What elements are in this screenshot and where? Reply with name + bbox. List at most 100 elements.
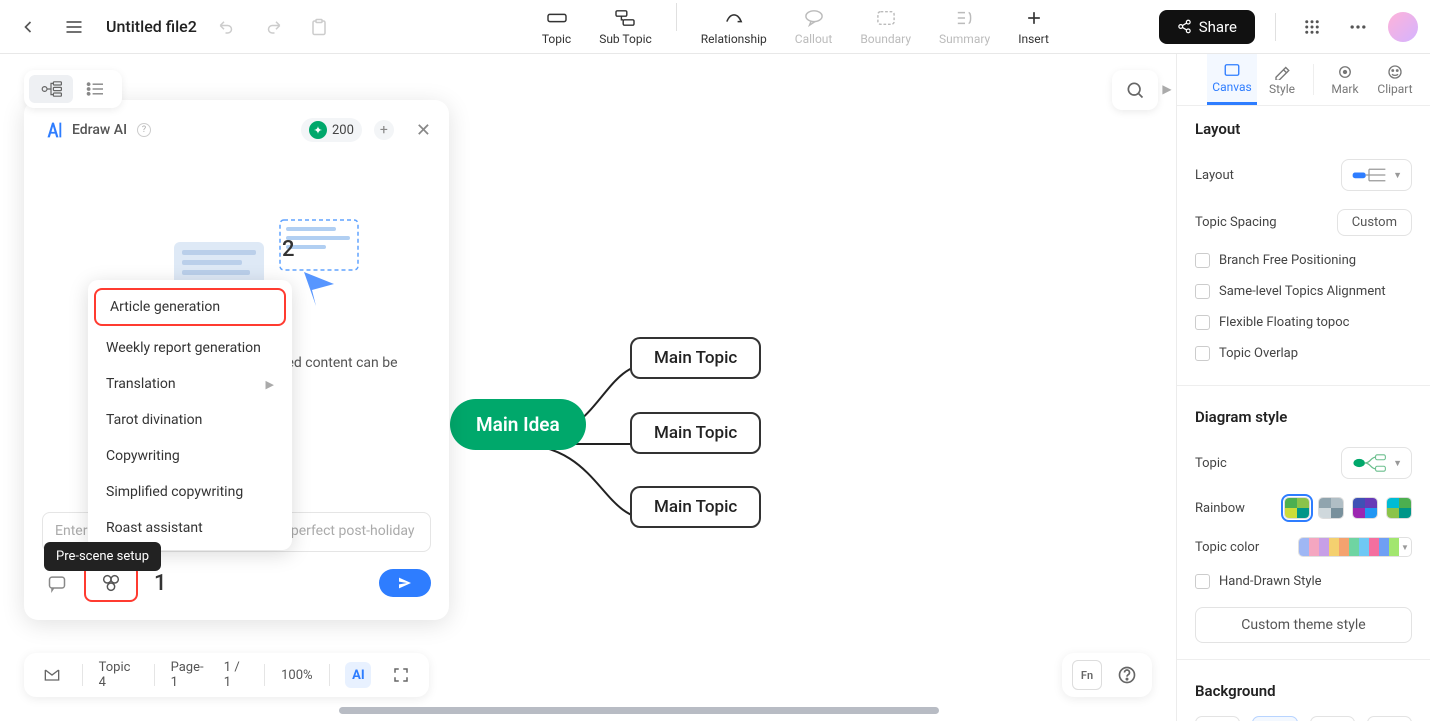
topic-style-dropdown[interactable]: ▼ <box>1341 447 1412 479</box>
insert-icon <box>1023 7 1045 29</box>
horizontal-scrollbar[interactable] <box>24 707 974 717</box>
ai-chat-button[interactable] <box>42 568 72 598</box>
search-button[interactable] <box>1112 70 1158 110</box>
ai-scene-menu: Article generation Weekly report generat… <box>88 280 292 550</box>
checkbox-icon <box>1195 574 1210 589</box>
topic-color-picker[interactable]: ▼ <box>1298 537 1412 557</box>
outline-toggle[interactable] <box>38 660 66 690</box>
topic-overlap-checkbox[interactable]: Topic Overlap <box>1195 338 1412 369</box>
add-credits-button[interactable]: + <box>374 120 394 140</box>
tab-label: Canvas <box>1212 80 1251 94</box>
tab-clipart[interactable]: Clipart <box>1370 54 1420 105</box>
checkbox-icon <box>1195 315 1210 330</box>
rainbow-swatch-2[interactable] <box>1318 497 1344 519</box>
collapse-sidebar[interactable]: ▶ <box>1158 74 1176 104</box>
fullscreen-button[interactable] <box>387 660 415 690</box>
user-avatar[interactable] <box>1388 12 1418 42</box>
checkbox-icon <box>1195 284 1210 299</box>
main-topic-2[interactable]: Main Topic <box>630 412 761 454</box>
menu-item-tarot[interactable]: Tarot divination <box>88 402 292 438</box>
tool-label: Boundary <box>860 32 911 46</box>
central-topic[interactable]: Main Idea <box>450 399 586 450</box>
check-label: Same-level Topics Alignment <box>1219 284 1386 299</box>
rainbow-swatch-3[interactable] <box>1352 497 1378 519</box>
menu-item-weekly-report[interactable]: Weekly report generation <box>88 330 292 366</box>
spacing-custom-button[interactable]: Custom <box>1337 209 1412 236</box>
main-topic-3[interactable]: Main Topic <box>630 486 761 528</box>
rainbow-swatch-1[interactable] <box>1284 497 1310 519</box>
clipart-icon <box>1386 64 1404 80</box>
row-label: Rainbow <box>1195 501 1245 516</box>
tool-topic[interactable]: Topic <box>532 3 581 50</box>
bg-solid[interactable] <box>1252 716 1297 721</box>
back-button[interactable] <box>12 11 44 43</box>
layout-thumb-icon <box>1351 165 1387 185</box>
tab-style[interactable]: Style <box>1257 54 1307 105</box>
same-level-checkbox[interactable]: Same-level Topics Alignment <box>1195 276 1412 307</box>
tool-label: Callout <box>795 32 833 46</box>
send-button[interactable] <box>379 569 431 597</box>
menu-item-copywriting[interactable]: Copywriting <box>88 438 292 474</box>
scrollbar-thumb[interactable] <box>339 707 939 714</box>
branch-free-checkbox[interactable]: Branch Free Positioning <box>1195 245 1412 276</box>
main-topic-1[interactable]: Main Topic <box>630 337 761 379</box>
menu-button[interactable] <box>58 11 90 43</box>
tool-callout[interactable]: Callout <box>785 3 843 50</box>
tooltip: Pre-scene setup <box>44 542 161 571</box>
bg-none[interactable] <box>1195 716 1240 721</box>
share-button[interactable]: Share <box>1159 10 1255 44</box>
ai-logo-icon <box>42 119 64 141</box>
tool-relationship[interactable]: Relationship <box>691 3 777 50</box>
app-header: Untitled file2 Topic Sub Topic Relations… <box>0 0 1430 54</box>
view-mindmap[interactable] <box>29 75 73 103</box>
layout-dropdown[interactable]: ▼ <box>1341 159 1412 191</box>
callout-tag-1: 1 <box>154 571 167 596</box>
bg-gradient[interactable] <box>1310 716 1355 721</box>
help-icon[interactable]: ? <box>137 123 151 137</box>
bg-image[interactable] <box>1367 716 1412 721</box>
topic-count: Topic 4 <box>99 660 138 690</box>
ai-badge[interactable]: AI <box>345 662 371 688</box>
help-button[interactable] <box>1112 660 1142 690</box>
tool-sub-topic[interactable]: Sub Topic <box>589 3 662 50</box>
tab-mark[interactable]: Mark <box>1320 54 1370 105</box>
close-button[interactable]: ✕ <box>416 120 431 141</box>
custom-theme-button[interactable]: Custom theme style <box>1195 607 1412 643</box>
tool-insert[interactable]: Insert <box>1008 3 1059 50</box>
diagram-style-section: Diagram style Topic ▼ Rainbow Topic colo… <box>1177 394 1430 651</box>
function-key-button[interactable]: Fn <box>1072 660 1102 690</box>
tool-label: Summary <box>939 32 990 46</box>
check-label: Flexible Floating topoc <box>1219 315 1349 330</box>
row-label: Topic Spacing <box>1195 215 1277 230</box>
rainbow-swatch-4[interactable] <box>1386 497 1412 519</box>
tool-summary[interactable]: Summary <box>929 3 1000 50</box>
hand-drawn-checkbox[interactable]: Hand-Drawn Style <box>1195 566 1412 597</box>
chevron-down-icon: ▼ <box>1399 538 1411 556</box>
menu-item-roast-assistant[interactable]: Roast assistant <box>88 510 292 546</box>
checkbox-icon <box>1195 253 1210 268</box>
apps-button[interactable] <box>1296 11 1328 43</box>
chevron-down-icon: ▼ <box>1393 170 1402 181</box>
topic-color-row: Topic color ▼ <box>1195 528 1412 566</box>
view-outline[interactable] <box>73 75 117 103</box>
tab-canvas[interactable]: Canvas <box>1207 54 1257 105</box>
undo-button[interactable] <box>211 11 243 43</box>
check-label: Topic Overlap <box>1219 346 1298 361</box>
zoom-level[interactable]: 100% <box>281 668 312 683</box>
redo-button[interactable] <box>257 11 289 43</box>
ai-credits[interactable]: ✦ 200 <box>301 118 362 142</box>
flexible-floating-checkbox[interactable]: Flexible Floating topoc <box>1195 307 1412 338</box>
clipboard-button[interactable] <box>303 11 335 43</box>
canvas-icon <box>1223 62 1241 78</box>
check-label: Branch Free Positioning <box>1219 253 1356 268</box>
right-sidebar: Canvas Style Mark Clipart Layout Layout … <box>1176 54 1430 721</box>
file-title[interactable]: Untitled file2 <box>106 17 197 36</box>
menu-item-translation[interactable]: Translation ▶ <box>88 366 292 402</box>
tool-boundary[interactable]: Boundary <box>850 3 921 50</box>
page-label[interactable]: Page-1 <box>171 660 208 690</box>
menu-item-simplified-copywriting[interactable]: Simplified copywriting <box>88 474 292 510</box>
callout-tag-2: 2 <box>282 237 295 262</box>
row-label: Layout <box>1195 168 1234 183</box>
more-button[interactable] <box>1342 11 1374 43</box>
menu-item-article-generation[interactable]: Article generation <box>94 288 286 326</box>
